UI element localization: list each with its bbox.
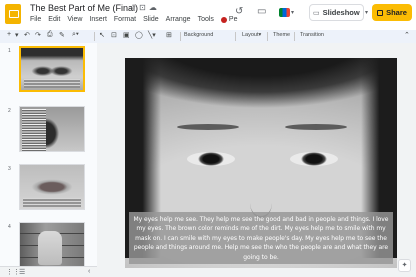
menu-extension-label: Pe bbox=[228, 16, 238, 23]
toolbar: + ▾ ↶ ↷ ⎙ ✎ ⌕▾ ↖ ⊡ ▣ ◯ ╲▾ ⊞ Background L… bbox=[0, 30, 416, 43]
share-label: Share bbox=[386, 8, 407, 17]
slide-photo-brow bbox=[285, 124, 347, 130]
zoom-icon[interactable]: ⌕▾ bbox=[72, 31, 79, 39]
slides-logo-icon[interactable] bbox=[5, 4, 21, 24]
undo-icon[interactable]: ↶ bbox=[24, 31, 30, 39]
toolbar-divider bbox=[267, 32, 268, 41]
thumbnail-text-block bbox=[22, 109, 46, 151]
print-icon[interactable]: ⎙ bbox=[47, 31, 53, 39]
filmstrip-view-icon[interactable]: ☰ bbox=[19, 268, 25, 276]
slide-thumbnail[interactable] bbox=[19, 46, 85, 92]
current-slide[interactable]: My eyes help me see. They help me see th… bbox=[125, 58, 397, 268]
textbox-icon[interactable]: ⊡ bbox=[111, 31, 117, 39]
shape-icon[interactable]: ◯ bbox=[135, 31, 143, 39]
paint-format-icon[interactable]: ✎ bbox=[59, 31, 65, 39]
slides-app: The Best Part of Me (Final) ☆ ⊡ ☁ File E… bbox=[0, 0, 416, 277]
slide-number: 3 bbox=[8, 166, 11, 172]
menu-edit[interactable]: Edit bbox=[48, 16, 60, 23]
comments-icon[interactable]: ▭ bbox=[257, 6, 266, 17]
comment-icon[interactable]: ⊞ bbox=[166, 31, 172, 39]
select-icon[interactable]: ↖ bbox=[99, 31, 105, 39]
app-header: The Best Part of Me (Final) ☆ ⊡ ☁ File E… bbox=[0, 0, 416, 30]
slide-number: 4 bbox=[8, 224, 11, 230]
thumbnail-caption bbox=[23, 198, 81, 207]
slide-photo-hair bbox=[125, 58, 397, 108]
new-slide-dropdown-icon[interactable]: ▾ bbox=[15, 31, 19, 39]
layout-label: Layout bbox=[242, 32, 259, 38]
slide-filmstrip: 1 2 3 4 bbox=[0, 43, 97, 268]
layout-button[interactable]: Layout▾ bbox=[242, 32, 261, 38]
toolbar-divider bbox=[94, 32, 95, 41]
folder-icon[interactable]: ⊡ bbox=[139, 3, 146, 12]
slide-photo-brow bbox=[177, 124, 239, 130]
menu-file[interactable]: File bbox=[30, 16, 41, 23]
menu-arrange[interactable]: Arrange bbox=[166, 16, 191, 23]
thumbnail-hand-image bbox=[38, 231, 62, 265]
extension-icon bbox=[220, 16, 227, 23]
lock-icon bbox=[377, 9, 384, 16]
theme-button[interactable]: Theme bbox=[273, 32, 290, 38]
slide-caption-text[interactable]: My eyes help me see. They help me see th… bbox=[132, 215, 390, 262]
transition-button[interactable]: Transition bbox=[300, 32, 324, 38]
share-button[interactable]: Share bbox=[372, 4, 412, 21]
star-icon[interactable]: ☆ bbox=[129, 3, 136, 12]
grid-view-icon[interactable]: ⋮⋮ bbox=[6, 268, 20, 276]
menu-view[interactable]: View bbox=[67, 16, 82, 23]
slide-caption-box[interactable]: My eyes help me see. They help me see th… bbox=[129, 212, 393, 264]
menu-extension[interactable]: Pe bbox=[220, 16, 238, 23]
toolbar-divider bbox=[235, 32, 236, 41]
menu-format[interactable]: Format bbox=[114, 16, 136, 23]
background-button[interactable]: Background bbox=[184, 32, 213, 38]
slide-thumbnail[interactable] bbox=[19, 164, 85, 210]
meet-button[interactable]: ▾ bbox=[279, 5, 297, 19]
toolbar-divider bbox=[294, 32, 295, 41]
new-slide-icon[interactable]: + bbox=[7, 31, 11, 38]
history-icon[interactable]: ↺ bbox=[235, 6, 243, 17]
image-icon[interactable]: ▣ bbox=[123, 31, 130, 39]
line-icon[interactable]: ╲▾ bbox=[148, 31, 156, 39]
slideshow-button[interactable]: ▭ Slideshow bbox=[309, 4, 364, 21]
thumbnail-caption bbox=[24, 79, 80, 88]
toolbar-divider bbox=[180, 32, 181, 41]
collapse-toolbar-icon[interactable]: ⌃ bbox=[404, 31, 410, 39]
explore-icon: ✦ bbox=[401, 262, 408, 269]
menu-slide[interactable]: Slide bbox=[143, 16, 159, 23]
filmstrip-footer: ⋮⋮ ☰ ‹ bbox=[0, 266, 97, 277]
menu-insert[interactable]: Insert bbox=[89, 16, 107, 23]
document-title[interactable]: The Best Part of Me (Final) bbox=[30, 3, 138, 13]
explore-button[interactable]: ✦ bbox=[398, 259, 411, 272]
slide-number: 2 bbox=[8, 108, 11, 114]
slide-photo-eye bbox=[290, 152, 338, 166]
slide-number: 1 bbox=[8, 48, 11, 54]
slide-thumbnail[interactable] bbox=[19, 106, 85, 152]
collapse-panel-icon[interactable]: ‹ bbox=[88, 268, 90, 275]
play-icon: ▭ bbox=[313, 9, 320, 17]
slide-thumbnail[interactable] bbox=[19, 222, 85, 268]
meet-camera-icon bbox=[279, 7, 290, 17]
menu-bar: File Edit View Insert Format Slide Arran… bbox=[30, 16, 237, 23]
cloud-icon[interactable]: ☁ bbox=[149, 3, 157, 12]
chevron-down-icon: ▾ bbox=[291, 9, 295, 16]
slide-photo-eye bbox=[187, 152, 235, 166]
redo-icon[interactable]: ↷ bbox=[35, 31, 41, 39]
title-icons: ☆ ⊡ ☁ bbox=[129, 3, 157, 12]
slideshow-label: Slideshow bbox=[322, 8, 360, 17]
slideshow-options-icon[interactable]: ▾ bbox=[365, 9, 368, 16]
menu-tools[interactable]: Tools bbox=[198, 16, 214, 23]
